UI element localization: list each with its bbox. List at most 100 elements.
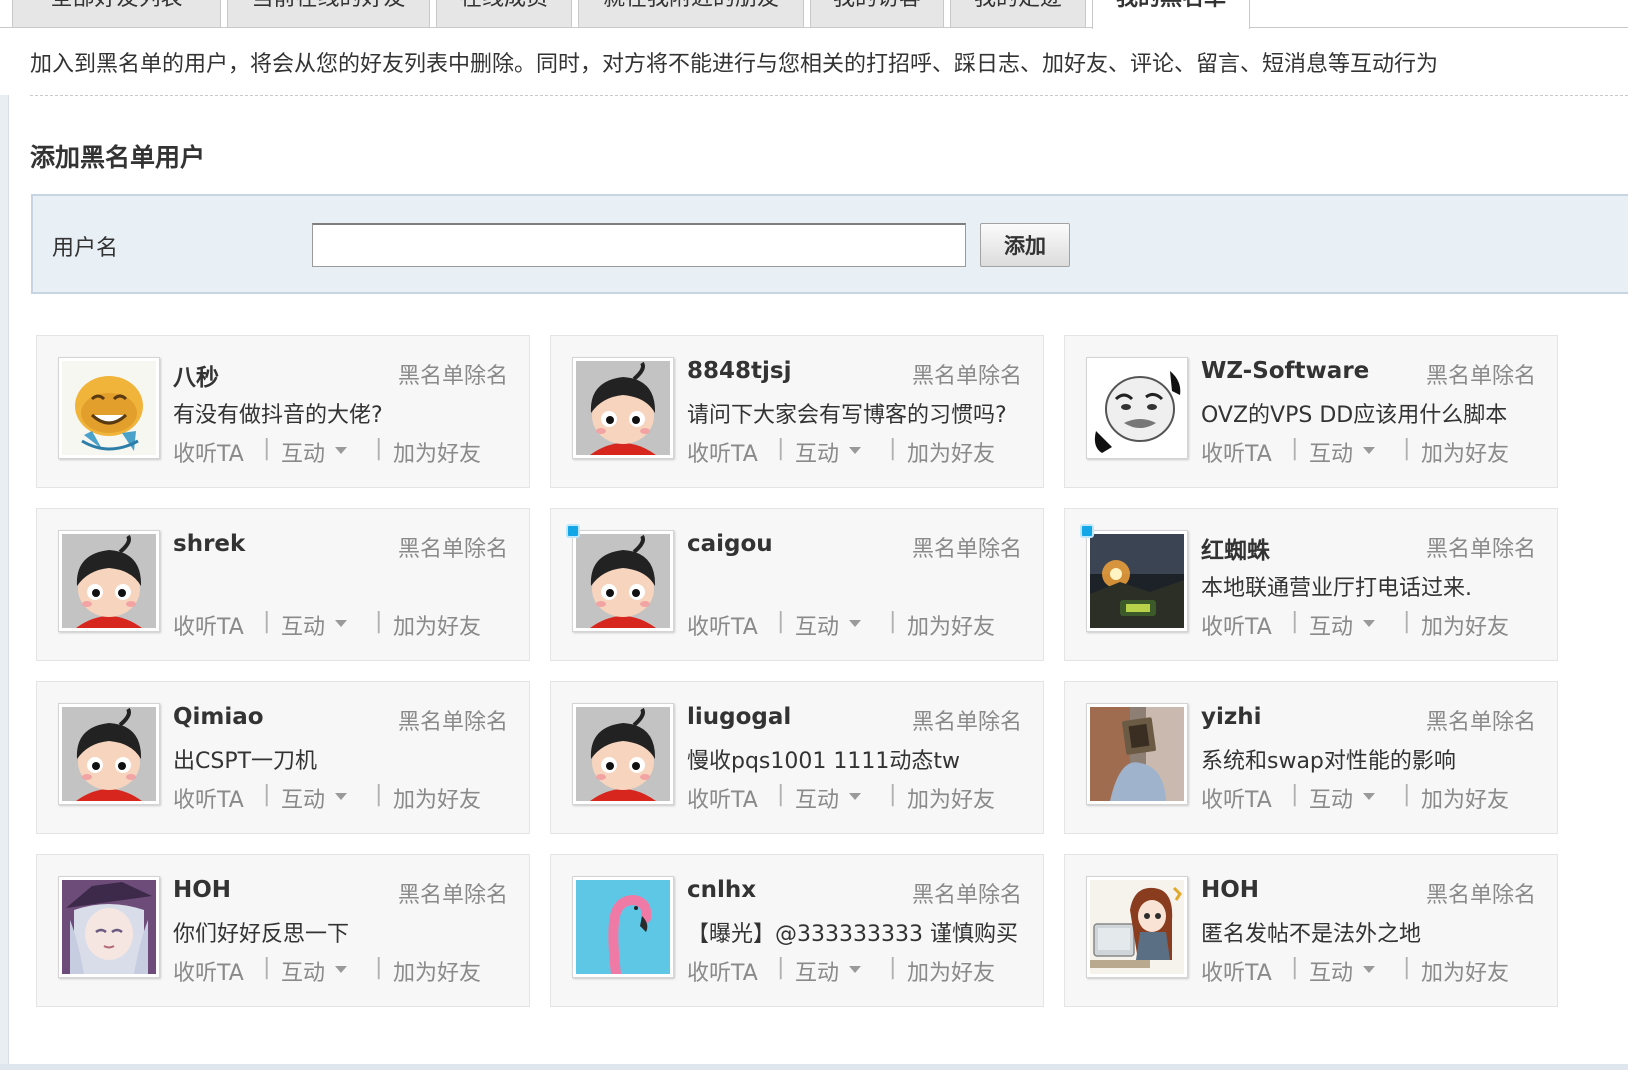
default-cartoon-avatar[interactable] — [572, 703, 674, 805]
interact-menu[interactable]: 互动 — [281, 955, 325, 987]
add-friend-link[interactable]: 加为好友 — [393, 436, 481, 468]
user-name-link[interactable]: 8848tjsj — [687, 358, 791, 384]
action-separator: | — [375, 782, 383, 807]
tab-my-visitors[interactable]: 我的访客 — [810, 0, 944, 27]
chevron-down-icon[interactable] — [849, 620, 861, 627]
tab-my-footprints[interactable]: 我的足迹 — [950, 0, 1086, 27]
chevron-down-icon[interactable] — [1363, 966, 1375, 973]
add-friend-link[interactable]: 加为好友 — [393, 782, 481, 814]
add-friend-link[interactable]: 加为好友 — [1421, 609, 1509, 641]
smiley-face-avatar[interactable] — [58, 357, 160, 459]
action-separator: | — [1403, 955, 1411, 980]
add-friend-link[interactable]: 加为好友 — [907, 609, 995, 641]
remove-from-blacklist-link[interactable]: 黑名单除名 — [398, 531, 508, 563]
interact-menu[interactable]: 互动 — [795, 436, 839, 468]
user-name-link[interactable]: WZ-Software — [1201, 358, 1369, 384]
interact-menu[interactable]: 互动 — [1309, 436, 1353, 468]
add-friend-link[interactable]: 加为好友 — [1421, 955, 1509, 987]
remove-from-blacklist-link[interactable]: 黑名单除名 — [912, 531, 1022, 563]
follow-link[interactable]: 收听TA — [173, 955, 244, 987]
user-name-link[interactable]: cnlhx — [687, 877, 756, 903]
follow-link[interactable]: 收听TA — [1201, 782, 1272, 814]
photo-avatar[interactable] — [1086, 703, 1188, 805]
interact-menu[interactable]: 互动 — [1309, 955, 1353, 987]
tab-online-friends[interactable]: 当前在线的好友 — [227, 0, 430, 27]
username-input[interactable] — [312, 223, 966, 267]
follow-link[interactable]: 收听TA — [173, 782, 244, 814]
chevron-down-icon[interactable] — [335, 447, 347, 454]
user-status-text: OVZ的VPS DD应该用什么脚本 — [1201, 403, 1508, 428]
follow-link[interactable]: 收听TA — [173, 609, 244, 641]
default-cartoon-avatar[interactable] — [58, 530, 160, 632]
chevron-down-icon[interactable] — [849, 447, 861, 454]
chevron-down-icon[interactable] — [849, 966, 861, 973]
follow-link[interactable]: 收听TA — [687, 782, 758, 814]
remove-from-blacklist-link[interactable]: 黑名单除名 — [912, 704, 1022, 736]
follow-link[interactable]: 收听TA — [1201, 436, 1272, 468]
chevron-down-icon[interactable] — [335, 620, 347, 627]
add-button[interactable]: 添加 — [980, 223, 1070, 267]
follow-link[interactable]: 收听TA — [1201, 955, 1272, 987]
remove-from-blacklist-link[interactable]: 黑名单除名 — [912, 877, 1022, 909]
user-name-link[interactable]: yizhi — [1201, 704, 1262, 730]
interact-menu[interactable]: 互动 — [281, 782, 325, 814]
interact-menu[interactable]: 互动 — [281, 436, 325, 468]
blacklist-user-card: liugogal 黑名单除名 慢收pqs1001 1111动态tw 收听TA | 互动 | 加… — [550, 681, 1044, 834]
blacklist-user-card: HOH 黑名单除名 匿名发帖不是法外之地 收听TA | 互动 | 加为好友 — [1064, 854, 1558, 1007]
remove-from-blacklist-link[interactable]: 黑名单除名 — [1426, 704, 1536, 736]
meme-face-avatar[interactable] — [1086, 357, 1188, 459]
user-name-link[interactable]: HOH — [173, 877, 231, 903]
add-friend-link[interactable]: 加为好友 — [907, 782, 995, 814]
user-name-link[interactable]: HOH — [1201, 877, 1259, 903]
follow-link[interactable]: 收听TA — [687, 609, 758, 641]
game-scene-avatar[interactable] — [1086, 530, 1188, 632]
chevron-down-icon[interactable] — [335, 966, 347, 973]
remove-from-blacklist-link[interactable]: 黑名单除名 — [398, 704, 508, 736]
remove-from-blacklist-link[interactable]: 黑名单除名 — [398, 358, 508, 390]
remove-from-blacklist-link[interactable]: 黑名单除名 — [398, 877, 508, 909]
tab-my-blacklist[interactable]: 我的黑名单 — [1092, 0, 1250, 29]
action-separator: | — [889, 436, 897, 461]
user-name-link[interactable]: liugogal — [687, 704, 791, 730]
tab-all-friends[interactable]: 全部好友列表 — [12, 0, 221, 27]
remove-from-blacklist-link[interactable]: 黑名单除名 — [1426, 531, 1536, 563]
follow-link[interactable]: 收听TA — [687, 436, 758, 468]
user-name-link[interactable]: 红蜘蛛 — [1201, 531, 1270, 565]
bottom-edge — [0, 1064, 1628, 1070]
user-name-link[interactable]: 八秒 — [173, 358, 219, 392]
follow-link[interactable]: 收听TA — [1201, 609, 1272, 641]
anime-computer-avatar[interactable] — [1086, 876, 1188, 978]
follow-link[interactable]: 收听TA — [173, 436, 244, 468]
default-cartoon-avatar[interactable] — [58, 703, 160, 805]
add-friend-link[interactable]: 加为好友 — [907, 436, 995, 468]
add-friend-link[interactable]: 加为好友 — [1421, 782, 1509, 814]
chevron-down-icon[interactable] — [1363, 793, 1375, 800]
remove-from-blacklist-link[interactable]: 黑名单除名 — [912, 358, 1022, 390]
remove-from-blacklist-link[interactable]: 黑名单除名 — [1426, 358, 1536, 390]
chevron-down-icon[interactable] — [1363, 620, 1375, 627]
interact-menu[interactable]: 互动 — [1309, 782, 1353, 814]
chevron-down-icon[interactable] — [849, 793, 861, 800]
interact-menu[interactable]: 互动 — [281, 609, 325, 641]
tab-online-members[interactable]: 在线成员 — [436, 0, 572, 27]
follow-link[interactable]: 收听TA — [687, 955, 758, 987]
add-friend-link[interactable]: 加为好友 — [907, 955, 995, 987]
user-name-link[interactable]: Qimiao — [173, 704, 264, 730]
flamingo-avatar[interactable] — [572, 876, 674, 978]
add-friend-link[interactable]: 加为好友 — [1421, 436, 1509, 468]
interact-menu[interactable]: 互动 — [1309, 609, 1353, 641]
anime-girl-avatar[interactable] — [58, 876, 160, 978]
chevron-down-icon[interactable] — [335, 793, 347, 800]
chevron-down-icon[interactable] — [1363, 447, 1375, 454]
user-name-link[interactable]: caigou — [687, 531, 773, 557]
interact-menu[interactable]: 互动 — [795, 955, 839, 987]
add-friend-link[interactable]: 加为好友 — [393, 955, 481, 987]
add-friend-link[interactable]: 加为好友 — [393, 609, 481, 641]
default-cartoon-avatar[interactable] — [572, 357, 674, 459]
default-cartoon-avatar[interactable] — [572, 530, 674, 632]
interact-menu[interactable]: 互动 — [795, 609, 839, 641]
user-name-link[interactable]: shrek — [173, 531, 245, 557]
interact-menu[interactable]: 互动 — [795, 782, 839, 814]
remove-from-blacklist-link[interactable]: 黑名单除名 — [1426, 877, 1536, 909]
tab-nearby-friends[interactable]: 就在我附近的朋友 — [578, 0, 804, 27]
